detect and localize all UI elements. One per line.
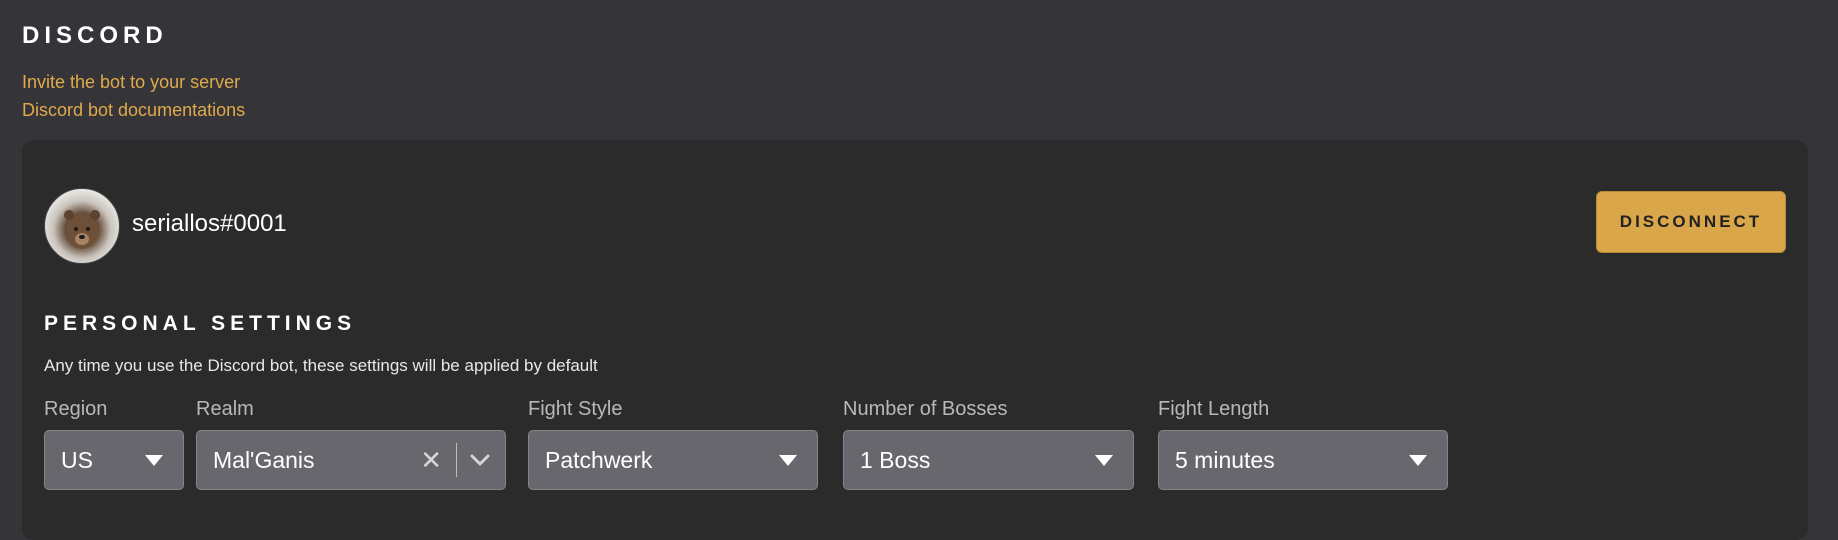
avatar <box>44 188 120 264</box>
number-of-bosses-label: Number of Bosses <box>843 398 1008 420</box>
select-separator <box>456 443 457 477</box>
region-value: US <box>61 446 93 473</box>
discord-settings-card: seriallos#0001 DISCONNECT PERSONAL SETTI… <box>22 140 1808 540</box>
personal-settings-title: PERSONAL SETTINGS <box>44 312 357 335</box>
invite-bot-link[interactable]: Invite the bot to your server <box>22 72 240 93</box>
realm-select[interactable]: Mal'Ganis ✕ <box>196 430 506 490</box>
caret-down-icon <box>1095 454 1113 466</box>
discord-username: seriallos#0001 <box>132 210 287 237</box>
bot-docs-link[interactable]: Discord bot documentations <box>22 100 245 121</box>
discord-section-title: DISCORD <box>22 22 168 49</box>
number-of-bosses-select[interactable]: 1 Boss <box>843 430 1134 490</box>
caret-down-icon <box>145 454 163 466</box>
fight-style-select[interactable]: Patchwerk <box>528 430 818 490</box>
chevron-down-icon[interactable] <box>469 453 505 467</box>
caret-down-icon <box>779 454 797 466</box>
realm-label: Realm <box>196 398 254 420</box>
region-label: Region <box>44 398 108 420</box>
caret-down-icon <box>1409 454 1427 466</box>
fight-length-select[interactable]: 5 minutes <box>1158 430 1448 490</box>
disconnect-button[interactable]: DISCONNECT <box>1596 191 1786 253</box>
realm-value: Mal'Ganis <box>213 446 315 473</box>
number-of-bosses-value: 1 Boss <box>860 446 931 473</box>
personal-settings-description: Any time you use the Discord bot, these … <box>44 356 598 375</box>
fight-style-label: Fight Style <box>528 398 623 420</box>
fight-style-value: Patchwerk <box>545 446 653 473</box>
region-select[interactable]: US <box>44 430 184 490</box>
fight-length-label: Fight Length <box>1158 398 1270 420</box>
fight-length-value: 5 minutes <box>1175 446 1275 473</box>
bear-avatar-icon <box>64 210 100 249</box>
clear-icon[interactable]: ✕ <box>420 447 442 473</box>
